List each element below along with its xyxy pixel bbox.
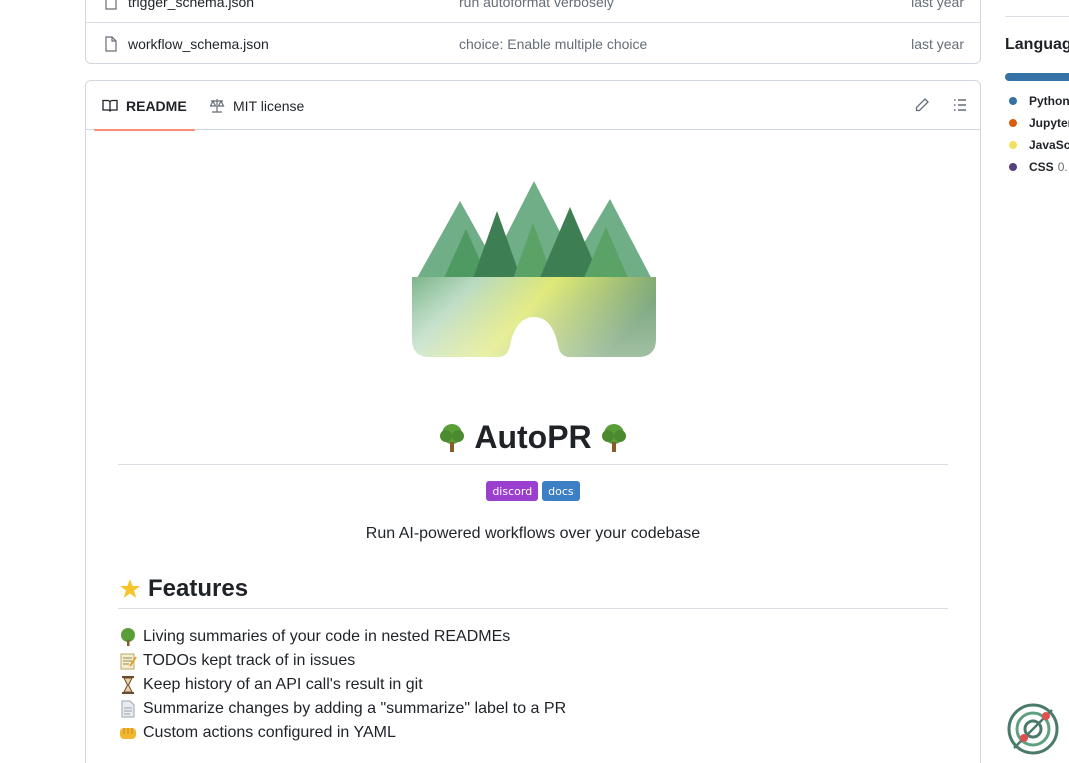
commit-time: last year (911, 36, 964, 52)
file-name-link[interactable]: workflow_schema.json (128, 36, 269, 52)
languages-heading: Languages (1005, 36, 1069, 53)
commit-message-link[interactable]: choice: Enable multiple choice (459, 36, 647, 52)
readme-tabs: README MIT license (86, 81, 980, 131)
list-item: Living summaries of your code in nested … (118, 625, 566, 649)
tree-emoji-icon (601, 423, 626, 452)
file-name-link[interactable]: trigger_schema.json (128, 0, 254, 10)
pencil-icon[interactable] (912, 95, 932, 115)
list-item: Summarize changes by adding a "summarize… (118, 697, 566, 721)
language-dot (1009, 141, 1017, 149)
language-name: CSS (1029, 160, 1054, 174)
scale-icon (209, 98, 225, 113)
language-item[interactable]: JavaScript (1009, 134, 1069, 156)
list-item: Keep history of an API call's result in … (118, 673, 566, 697)
file-row[interactable]: trigger_schema.json run autoformat verbo… (86, 0, 980, 23)
languages-list: Python Jupyter JavaScript CSS0. (1009, 90, 1069, 178)
tab-license-label: MIT license (233, 97, 305, 114)
readme-actions (912, 95, 970, 115)
commit-message-link[interactable]: run autoformat verbosely (459, 0, 614, 10)
sidebar-divider (1005, 16, 1069, 17)
language-name: Python (1029, 94, 1069, 108)
title-text: AutoPR (474, 419, 592, 455)
feature-text: Custom actions configured in YAML (143, 724, 396, 741)
docs-badge[interactable]: docs (542, 481, 580, 501)
feature-text: Summarize changes by adding a "summarize… (143, 700, 567, 717)
feature-text: TODOs kept track of in issues (143, 652, 356, 669)
language-dot (1009, 119, 1017, 127)
badges: discord docs (86, 481, 980, 501)
page-emoji-icon (121, 700, 135, 718)
autopr-logo (412, 181, 656, 357)
language-item[interactable]: CSS 0. (1009, 156, 1069, 178)
tab-readme-label: README (126, 97, 187, 114)
language-dot (1009, 97, 1017, 105)
file-icon (105, 0, 117, 10)
features-heading-text: Features (148, 574, 249, 602)
feature-text: Living summaries of your code in nested … (143, 628, 511, 645)
tab-readme[interactable]: README (94, 81, 195, 131)
tree-emoji-icon (121, 628, 135, 646)
readme-panel: README MIT license AutoPR discord docs R… (85, 80, 981, 763)
file-list: trigger_schema.json run autoformat verbo… (85, 0, 981, 64)
glowing-star-icon (120, 578, 140, 598)
tab-license[interactable]: MIT license (201, 81, 312, 130)
fist-emoji-icon (120, 728, 136, 739)
readme-title: AutoPR (118, 411, 948, 465)
discord-badge[interactable]: discord (486, 481, 539, 501)
feature-text: Keep history of an API call's result in … (143, 676, 423, 693)
tree-emoji-icon (440, 423, 465, 452)
hourglass-emoji-icon (122, 676, 134, 694)
language-name: Jupyter (1029, 116, 1069, 130)
tagline: Run AI-powered workflows over your codeb… (365, 525, 701, 542)
language-pct: 0. (1057, 160, 1068, 174)
file-icon (105, 36, 117, 52)
list-item: TODOs kept track of in issues (118, 649, 566, 673)
language-name: JavaScript (1029, 138, 1069, 152)
outline-list-icon[interactable] (950, 95, 970, 115)
commit-time: last year (911, 0, 964, 10)
language-dot (1009, 163, 1017, 171)
memo-emoji-icon (120, 653, 137, 670)
list-item: Custom actions configured in YAML (118, 721, 566, 745)
book-icon (102, 99, 118, 112)
language-item[interactable]: Jupyter (1009, 112, 1069, 134)
target-orbit-icon[interactable] (1006, 702, 1060, 756)
features-heading: Features (118, 569, 948, 609)
file-row[interactable]: workflow_schema.json choice: Enable mult… (86, 23, 980, 65)
language-item[interactable]: Python (1009, 90, 1069, 112)
language-bar (1005, 73, 1069, 81)
features-list: Living summaries of your code in nested … (118, 625, 566, 745)
